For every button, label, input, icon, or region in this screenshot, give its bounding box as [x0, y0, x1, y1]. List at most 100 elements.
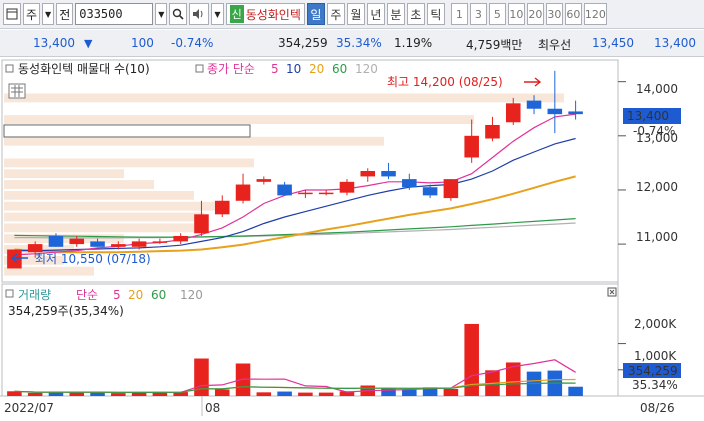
interval-5[interactable]: 5	[488, 3, 506, 25]
volume-tick-2000k: 2,000K	[634, 317, 677, 331]
code-dropdown-icon[interactable]: ▼	[155, 3, 168, 25]
x-label-start: 2022/07	[4, 401, 54, 415]
volume-tick-1000k: 1,000K	[634, 349, 677, 363]
volume-profile-band	[4, 115, 474, 124]
volume-bar	[256, 392, 272, 396]
volume-value-text: 354,259주(35,34%)	[8, 304, 124, 318]
candle-body	[111, 244, 126, 247]
volume-bar	[111, 393, 126, 396]
x-label-end: 08/26	[640, 401, 675, 415]
interval-20[interactable]: 20	[526, 3, 544, 25]
current-volume-pct-label: 35.34%	[632, 378, 678, 392]
candle-body	[505, 103, 521, 123]
ma-legend-5: 5	[271, 62, 279, 76]
price-change-pct: -0.74%	[171, 36, 214, 50]
chart-area[interactable]: 동성화인텍 매물대 수(10) 종가 단순 5 10 20 60 120 최고 …	[0, 58, 704, 418]
candle-body	[318, 192, 334, 195]
period-tab-second[interactable]: 초	[406, 3, 425, 25]
ma-legend-60: 60	[332, 62, 347, 76]
price-panel-title: 동성화인텍 매물대 수(10)	[18, 62, 150, 76]
best-ask-price: 13,450	[592, 36, 634, 50]
period-tab-month[interactable]: 월	[346, 3, 365, 25]
volume-profile-band	[4, 93, 564, 103]
chevron-down-icon[interactable]: ▼	[42, 3, 55, 25]
volume-bar	[90, 392, 105, 396]
candle-body	[27, 244, 43, 253]
period-tab-year[interactable]: 년	[366, 3, 385, 25]
stock-name-box[interactable]: 신 동성화인텍	[225, 3, 305, 25]
volume-bar	[194, 358, 209, 396]
turnover-rate: 1.19%	[394, 36, 433, 50]
volume-bar	[402, 389, 417, 396]
volume-profile-band	[4, 190, 194, 200]
volume-bar	[27, 392, 43, 396]
stock-name: 동성화인텍	[245, 7, 301, 22]
market-select-label: 주	[26, 7, 38, 22]
candle-body	[464, 135, 479, 158]
ma-legend-prefix: 종가 단순	[207, 62, 255, 76]
search-glyph	[173, 8, 184, 20]
candle-body	[360, 171, 376, 177]
candle-body	[568, 111, 583, 115]
candle-body	[7, 249, 22, 269]
period-tab-week[interactable]: 주	[326, 3, 345, 25]
market-select[interactable]: 주	[23, 3, 41, 25]
current-price-label: 13,400	[627, 109, 669, 123]
volume-panel-marker-icon[interactable]	[5, 289, 14, 298]
volume-bar	[443, 388, 459, 396]
chart-svg[interactable]: 동성화인텍 매물대 수(10) 종가 단순 5 10 20 60 120 최고 …	[0, 58, 704, 418]
interval-1[interactable]: 1	[450, 3, 468, 25]
volume-bar	[318, 392, 334, 396]
volume-panel-title: 거래량	[18, 288, 51, 302]
candle-body	[69, 238, 85, 245]
window-glyph	[6, 8, 18, 20]
candle-body	[339, 181, 355, 193]
volume-profile-band	[4, 212, 204, 222]
candle-body	[131, 241, 147, 247]
volume-bar	[214, 389, 230, 396]
jeon-label: 전	[59, 7, 71, 22]
volume-ma-60: 60	[151, 288, 166, 302]
period-tab-tick[interactable]: 틱	[426, 3, 445, 25]
best-ask-label: 최우선	[538, 38, 572, 52]
quote-bar: 13,400 ▼ 100 -0.74% 354,259 35.34% 1.19%…	[0, 30, 704, 57]
speaker-dropdown-icon[interactable]: ▼	[211, 3, 224, 25]
interval-10[interactable]: 10	[507, 3, 525, 25]
volume-value: 354,259	[278, 36, 328, 50]
speaker-icon[interactable]	[189, 3, 210, 25]
price-panel-marker-icon[interactable]	[5, 64, 14, 73]
volume-ratio: 35.34%	[336, 36, 382, 50]
interval-30[interactable]: 30	[545, 3, 563, 25]
volume-profile-band	[4, 169, 124, 179]
volume-ma-20: 20	[128, 288, 143, 302]
candle-body	[485, 124, 500, 139]
jeon-toggle[interactable]: 전	[56, 3, 74, 25]
price-tick-12000: 12,000	[636, 180, 678, 194]
down-arrow-icon: ▼	[84, 37, 93, 50]
ma-legend-10: 10	[286, 62, 301, 76]
window-icon[interactable]	[3, 3, 21, 25]
candle-body	[547, 108, 563, 115]
best-bid-price: 13,400	[654, 36, 696, 50]
toolbar: 주 ▼ 전 033500 ▼ ▼ 신 동성화인텍 일 주 월 년 분 초 틱 1…	[0, 0, 704, 29]
table-toggle-icon[interactable]	[8, 83, 26, 99]
volume-profile-band	[4, 180, 154, 189]
candle-body	[298, 192, 313, 195]
price-change: 100	[131, 36, 154, 50]
volume-profile-band	[4, 158, 254, 168]
speaker-glyph	[193, 9, 203, 19]
interval-60[interactable]: 60	[564, 3, 582, 25]
candle-body	[194, 214, 209, 234]
price-tick-11000: 11,000	[636, 230, 678, 244]
search-icon[interactable]	[169, 3, 188, 25]
period-tab-day[interactable]: 일	[306, 3, 325, 25]
volume-profile-band	[4, 201, 224, 211]
interval-120[interactable]: 120	[583, 3, 607, 25]
ma-legend-marker-icon[interactable]	[195, 64, 204, 73]
period-tab-minute[interactable]: 분	[386, 3, 405, 25]
candle-body	[235, 184, 251, 201]
current-volume-label: 354,259	[628, 364, 678, 378]
stock-code-input[interactable]: 033500	[75, 3, 154, 25]
candle-body	[443, 179, 459, 199]
interval-3[interactable]: 3	[469, 3, 487, 25]
